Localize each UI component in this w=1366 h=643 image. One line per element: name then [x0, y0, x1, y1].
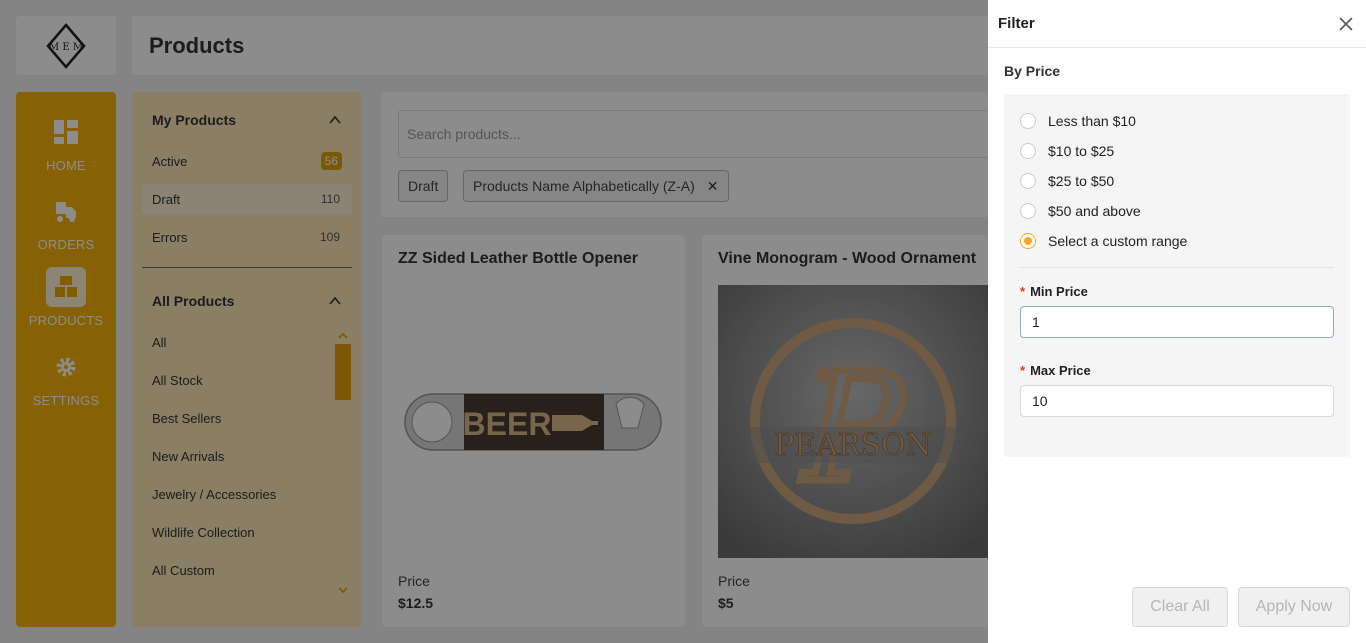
radio-button-selected[interactable] — [1020, 233, 1036, 249]
radio-button[interactable] — [1020, 173, 1036, 189]
radio-button[interactable] — [1020, 113, 1036, 129]
radio-button[interactable] — [1020, 143, 1036, 159]
min-price-label: * Min Price — [1020, 284, 1088, 299]
price-filter-panel: Less than $10 $10 to $25 $25 to $50 $50 … — [1004, 94, 1350, 457]
radio-option-less-than-10[interactable]: Less than $10 — [1020, 110, 1136, 132]
drawer-header: Filter — [988, 0, 1366, 48]
radio-label: $25 to $50 — [1048, 173, 1115, 189]
radio-option-50-and-above[interactable]: $50 and above — [1020, 200, 1141, 222]
radio-label: $10 to $25 — [1048, 143, 1115, 159]
filter-drawer: Filter By Price Less than $10 $10 to $25… — [988, 0, 1366, 643]
divider — [1020, 267, 1334, 268]
required-mark: * — [1020, 284, 1026, 299]
required-mark: * — [1020, 363, 1026, 378]
close-icon[interactable] — [1336, 14, 1356, 34]
section-title: By Price — [1004, 63, 1061, 79]
max-price-label-text: Max Price — [1030, 363, 1091, 378]
max-price-input[interactable] — [1020, 385, 1334, 417]
apply-now-button[interactable]: Apply Now — [1238, 587, 1350, 627]
radio-option-custom-range[interactable]: Select a custom range — [1020, 230, 1187, 252]
min-price-label-text: Min Price — [1030, 284, 1088, 299]
max-price-label: * Max Price — [1020, 363, 1091, 378]
radio-label: $50 and above — [1048, 203, 1141, 219]
drawer-title: Filter — [998, 15, 1035, 32]
radio-button[interactable] — [1020, 203, 1036, 219]
clear-all-button[interactable]: Clear All — [1132, 587, 1228, 627]
radio-label: Select a custom range — [1048, 233, 1188, 249]
radio-option-10-to-25[interactable]: $10 to $25 — [1020, 140, 1114, 162]
min-price-input[interactable] — [1020, 306, 1334, 338]
radio-label: Less than $10 — [1048, 113, 1136, 129]
radio-option-25-to-50[interactable]: $25 to $50 — [1020, 170, 1114, 192]
